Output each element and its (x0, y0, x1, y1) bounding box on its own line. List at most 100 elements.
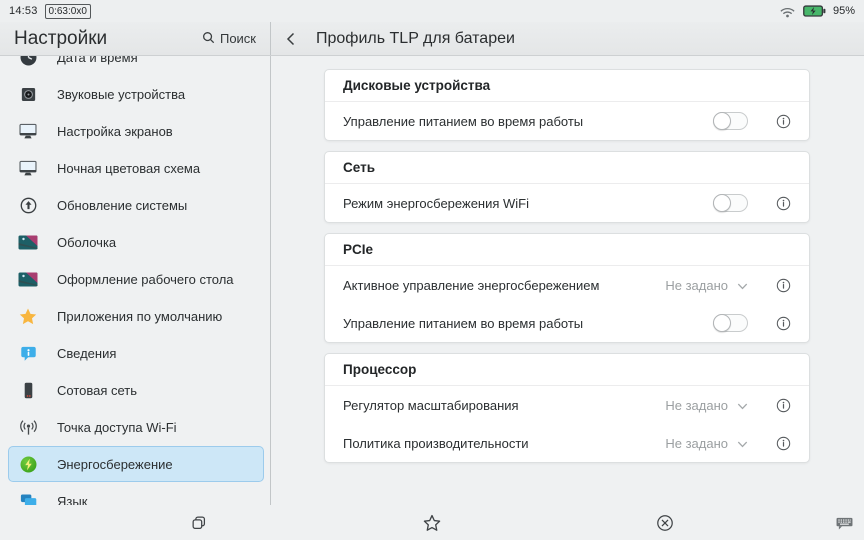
back-button[interactable] (280, 28, 302, 50)
sidebar-header: Настройки Поиск (0, 22, 271, 55)
setting-label: Активное управление энергосбережением (343, 278, 665, 293)
desktop-theme-icon (18, 269, 38, 289)
sidebar-item-about[interactable]: Сведения (8, 335, 264, 371)
app-title: Настройки (14, 28, 107, 50)
dropdown-value: Не задано (665, 278, 728, 293)
sidebar-item-label: Приложения по умолчанию (57, 309, 222, 324)
setting-label: Управление питанием во время работы (343, 316, 713, 331)
setting-label: Регулятор масштабирования (343, 398, 665, 413)
search-icon (202, 31, 215, 47)
setting-label: Режим энергосбережения WiFi (343, 196, 713, 211)
audio-icon (18, 84, 38, 104)
clock-icon (18, 56, 38, 67)
virtual-keyboard-icon[interactable] (835, 515, 854, 530)
card-disk-devices: Дисковые устройства Управление питанием … (324, 69, 810, 141)
info-icon[interactable] (776, 196, 791, 211)
card-title: Дисковые устройства (325, 70, 809, 102)
info-icon[interactable] (776, 114, 791, 129)
battery-percent: 95% (833, 5, 855, 17)
page-header: Профиль TLP для батареи (271, 22, 864, 55)
card-title: Сеть (325, 152, 809, 184)
setting-label: Политика производительности (343, 436, 665, 451)
sidebar-item-default-apps[interactable]: Приложения по умолчанию (8, 298, 264, 334)
page-title: Профиль TLP для батареи (316, 30, 515, 48)
setting-row: Режим энергосбережения WiFi (325, 184, 809, 222)
dropdown-select[interactable]: Не задано (665, 278, 748, 293)
status-bar: 14:53 0:63:0x0 95% (0, 0, 864, 22)
card-pcie: PCIe Активное управление энергосбережени… (324, 233, 810, 343)
system-update-icon (18, 195, 38, 215)
debug-badge: 0:63:0x0 (45, 4, 91, 19)
card-title: Процессор (325, 354, 809, 386)
sidebar-item-audio-devices[interactable]: Звуковые устройства (8, 76, 264, 112)
card-title: PCIe (325, 234, 809, 266)
toggle-switch[interactable] (713, 112, 748, 130)
sidebar-item-label: Оболочка (57, 235, 116, 250)
night-color-icon (18, 158, 38, 178)
sidebar-item-label: Точка доступа Wi-Fi (57, 420, 177, 435)
back-chevron-icon (286, 32, 296, 46)
search-label: Поиск (220, 31, 256, 46)
hotspot-icon (18, 417, 38, 437)
sidebar-item-cellular[interactable]: Сотовая сеть (8, 372, 264, 408)
info-icon[interactable] (776, 398, 791, 413)
setting-row: Активное управление энергосбережением Не… (325, 266, 809, 304)
setting-row: Политика производительности Не задано (325, 424, 809, 462)
toggle-knob (713, 314, 731, 332)
window-switcher-icon[interactable] (190, 514, 208, 532)
chevron-down-icon (737, 278, 748, 293)
sidebar-item-system-update[interactable]: Обновление системы (8, 187, 264, 223)
info-icon[interactable] (776, 436, 791, 451)
power-saving-icon (18, 454, 38, 474)
sidebar-item-date-time[interactable]: Дата и время (8, 56, 264, 75)
sidebar-item-label: Обновление системы (57, 198, 187, 213)
toggle-knob (713, 112, 731, 130)
sidebar-item-wifi-hotspot[interactable]: Точка доступа Wi-Fi (8, 409, 264, 445)
sidebar-item-display-config[interactable]: Настройка экранов (8, 113, 264, 149)
info-icon[interactable] (776, 316, 791, 331)
sidebar-item-language[interactable]: Язык (8, 483, 264, 505)
sidebar-item-power-saving[interactable]: Энергосбережение (8, 446, 264, 482)
sidebar-item-label: Сведения (57, 346, 116, 361)
sidebar-item-label: Звуковые устройства (57, 87, 185, 102)
toggle-switch[interactable] (713, 314, 748, 332)
sidebar-item-label: Язык (57, 494, 87, 506)
wifi-icon (779, 5, 796, 18)
cellular-icon (18, 380, 38, 400)
sidebar-item-label: Настройка экранов (57, 124, 173, 139)
dropdown-select[interactable]: Не задано (665, 436, 748, 451)
about-icon (18, 343, 38, 363)
setting-row: Управление питанием во время работы (325, 304, 809, 342)
default-apps-icon (18, 306, 38, 326)
settings-page: Дисковые устройства Управление питанием … (271, 56, 864, 505)
sidebar: Дата и время Звуковые устройства (0, 56, 271, 505)
favorites-star-icon[interactable] (423, 513, 442, 532)
info-icon[interactable] (776, 278, 791, 293)
sidebar-item-desktop-theme[interactable]: Оформление рабочего стола (8, 261, 264, 297)
setting-row: Управление питанием во время работы (325, 102, 809, 140)
card-network: Сеть Режим энергосбережения WiFi (324, 151, 810, 223)
setting-label: Управление питанием во время работы (343, 114, 713, 129)
dropdown-value: Не задано (665, 436, 728, 451)
sidebar-item-label: Сотовая сеть (57, 383, 137, 398)
navigation-bar (0, 505, 864, 540)
display-icon (18, 121, 38, 141)
battery-icon (803, 5, 826, 17)
sidebar-item-night-color[interactable]: Ночная цветовая схема (8, 150, 264, 186)
dropdown-value: Не задано (665, 398, 728, 413)
sidebar-list: Дата и время Звуковые устройства (0, 56, 270, 505)
close-circle-icon[interactable] (656, 513, 675, 532)
toggle-switch[interactable] (713, 194, 748, 212)
sidebar-item-label: Оформление рабочего стола (57, 272, 234, 287)
sidebar-item-label: Энергосбережение (57, 457, 173, 472)
language-icon (18, 491, 38, 505)
dropdown-select[interactable]: Не задано (665, 398, 748, 413)
sidebar-item-label: Ночная цветовая схема (57, 161, 200, 176)
shell-icon (18, 232, 38, 252)
card-processor: Процессор Регулятор масштабирования Не з… (324, 353, 810, 463)
search-button[interactable]: Поиск (198, 29, 260, 49)
setting-row: Регулятор масштабирования Не задано (325, 386, 809, 424)
sidebar-item-shell[interactable]: Оболочка (8, 224, 264, 260)
chevron-down-icon (737, 436, 748, 451)
clock-time: 14:53 (9, 5, 38, 17)
